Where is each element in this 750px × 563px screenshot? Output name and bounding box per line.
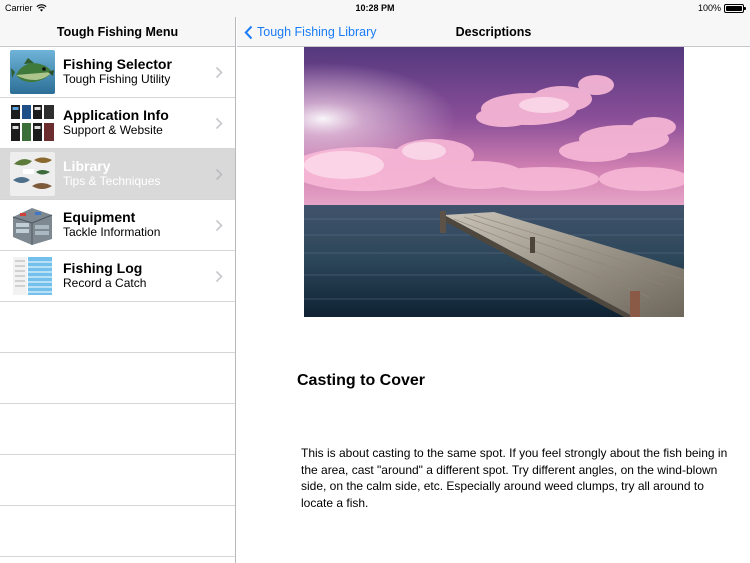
chevron-right-icon bbox=[215, 270, 223, 283]
menu-item-title: Application Info bbox=[63, 107, 169, 123]
status-bar: Carrier 10:28 PM 100% bbox=[0, 0, 750, 17]
menu-item-subtitle: Support & Website bbox=[63, 123, 163, 137]
detail-nav-bar: Descriptions Tough Fishing Library bbox=[237, 17, 750, 47]
menu-item-fishing-log[interactable]: Fishing Log Record a Catch bbox=[0, 251, 235, 302]
chevron-right-icon bbox=[215, 219, 223, 232]
battery-tip bbox=[744, 6, 746, 10]
menu-item-title: Library bbox=[63, 158, 111, 174]
log-table-icon bbox=[10, 254, 55, 298]
detail-pane: Descriptions Tough Fishing Library Casti… bbox=[237, 17, 750, 563]
empty-row bbox=[0, 404, 235, 455]
menu-item-fishing-selector[interactable]: Fishing Selector Tough Fishing Utility bbox=[0, 47, 235, 98]
menu-item-texts: Library Tips & Techniques bbox=[63, 158, 160, 188]
menu-item-texts: Equipment Tackle Information bbox=[63, 209, 160, 239]
chevron-right-icon bbox=[215, 66, 223, 79]
menu-item-title: Equipment bbox=[63, 209, 136, 225]
fish-tips-icon bbox=[10, 152, 55, 196]
master-pane: Tough Fishing Menu Fishing Selector Toug… bbox=[0, 17, 236, 563]
menu-item-texts: Application Info Support & Website bbox=[63, 107, 169, 137]
bass-fish-icon bbox=[10, 50, 55, 94]
menu-list: Fishing Selector Tough Fishing Utility A… bbox=[0, 47, 235, 557]
battery-fill bbox=[726, 5, 742, 11]
battery-percent: 100% bbox=[697, 3, 721, 13]
back-button-label: Tough Fishing Library bbox=[257, 25, 377, 39]
master-title: Tough Fishing Menu bbox=[56, 25, 179, 39]
empty-row bbox=[0, 506, 235, 557]
menu-item-title: Fishing Log bbox=[63, 260, 143, 276]
menu-item-subtitle: Record a Catch bbox=[63, 276, 147, 290]
back-button[interactable]: Tough Fishing Library bbox=[244, 17, 377, 47]
menu-item-subtitle: Tips & Techniques bbox=[63, 174, 161, 188]
menu-item-application-info[interactable]: Application Info Support & Website bbox=[0, 98, 235, 149]
empty-row bbox=[0, 455, 235, 506]
status-right: 100% bbox=[697, 3, 746, 13]
chevron-right-icon bbox=[215, 117, 223, 130]
empty-row bbox=[0, 353, 235, 404]
app-screens-icon bbox=[10, 101, 55, 145]
status-time: 10:28 PM bbox=[355, 3, 395, 13]
article-title: Casting to Cover bbox=[297, 372, 426, 389]
menu-item-subtitle: Tackle Information bbox=[63, 225, 161, 239]
empty-row bbox=[0, 302, 235, 353]
back-chevron-icon bbox=[244, 25, 253, 39]
battery-icon bbox=[724, 3, 746, 13]
menu-item-library[interactable]: Library Tips & Techniques bbox=[0, 149, 235, 200]
menu-item-texts: Fishing Selector Tough Fishing Utility bbox=[63, 56, 172, 86]
tackle-box-icon bbox=[10, 203, 55, 247]
menu-item-equipment[interactable]: Equipment Tackle Information bbox=[0, 200, 235, 251]
menu-item-title: Fishing Selector bbox=[63, 56, 172, 72]
dock-sunset-photo bbox=[304, 47, 684, 317]
menu-item-texts: Fishing Log Record a Catch bbox=[63, 260, 146, 290]
article-body: This is about casting to the same spot. … bbox=[301, 446, 728, 510]
chevron-right-icon bbox=[215, 168, 223, 181]
menu-item-subtitle: Tough Fishing Utility bbox=[63, 72, 171, 86]
master-nav-bar: Tough Fishing Menu bbox=[0, 17, 235, 47]
